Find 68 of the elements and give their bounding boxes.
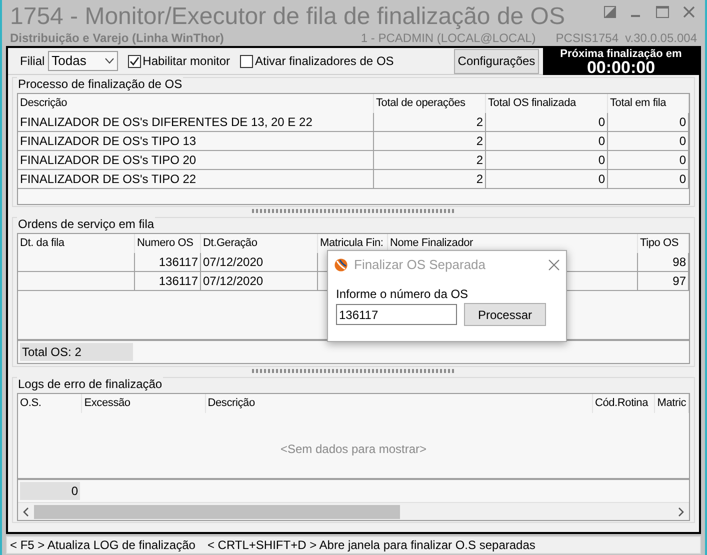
column-header[interactable]: O.S. bbox=[18, 394, 82, 413]
column-header[interactable]: Cód.Rotina bbox=[592, 394, 656, 413]
column-header[interactable]: Total OS finalizada bbox=[486, 94, 608, 113]
timer-value: 00:00:00 bbox=[586, 60, 656, 74]
dialog-title: Finalizar OS Separada bbox=[354, 256, 487, 274]
table-cell: 0 bbox=[486, 151, 608, 169]
count-label: 0 bbox=[20, 482, 80, 500]
table-cell: 2 bbox=[374, 113, 486, 131]
empty-message: <Sem dados para mostrar> bbox=[280, 441, 427, 458]
column-header[interactable]: Excessão bbox=[82, 394, 206, 413]
column-header[interactable]: Dt.Geração bbox=[201, 234, 318, 253]
checkbox-label: Ativar finalizadores de OS bbox=[255, 53, 394, 70]
table-cell: 98 bbox=[638, 253, 689, 271]
window-title: 1754 - Monitor/Executor de fila de finalização de OS bbox=[10, 2, 565, 32]
table-cell: 136117 bbox=[135, 253, 201, 271]
checkbox-label: Habilitar monitor bbox=[142, 53, 230, 70]
app-logo-icon bbox=[334, 258, 348, 272]
version-label: PCSIS1754 v.30.0.05.004 bbox=[556, 32, 697, 44]
table-cell: 0 bbox=[486, 170, 608, 188]
window-subtitle: Distribuição e Varejo (Linha WinThor) bbox=[10, 32, 224, 44]
os-number-field[interactable]: 136117 bbox=[336, 304, 457, 325]
column-header[interactable]: Tipo OS bbox=[638, 234, 689, 253]
table-cell: 97 bbox=[638, 272, 689, 290]
filial-label: Filial bbox=[20, 53, 45, 70]
shortcut-hint: < F5 > Atualiza LOG de finalização bbox=[10, 537, 196, 554]
table-cell: 136117 bbox=[135, 272, 201, 290]
checkbox[interactable] bbox=[128, 54, 141, 68]
table-cell: FINALIZADOR DE OS's DIFERENTES DE 13, 20 E 22 bbox=[18, 113, 374, 131]
settings-button[interactable]: Configurações bbox=[454, 48, 539, 74]
table-cell: 07/12/2020 bbox=[201, 272, 318, 290]
maximize-icon[interactable] bbox=[656, 6, 669, 18]
user-label: 1 - PCADMIN (LOCAL@LOCAL) bbox=[360, 32, 536, 44]
restore-icon[interactable] bbox=[604, 6, 616, 18]
group-title: Logs de erro de finalização bbox=[17, 377, 164, 391]
close-icon[interactable] bbox=[683, 6, 695, 18]
column-header[interactable]: Descrição bbox=[206, 394, 593, 413]
table-cell: FINALIZADOR DE OS's TIPO 22 bbox=[18, 170, 374, 188]
group-title: Ordens de serviço em fila bbox=[17, 217, 156, 231]
table-cell: FINALIZADOR DE OS's TIPO 13 bbox=[18, 132, 374, 150]
filial-dropdown[interactable]: Todas bbox=[48, 51, 118, 71]
column-header[interactable]: Dt. da fila bbox=[18, 234, 135, 253]
table-cell: 0 bbox=[608, 132, 689, 150]
column-header[interactable]: Total em fila bbox=[608, 94, 689, 113]
table-cell: 0 bbox=[486, 132, 608, 150]
timer-label: Próxima finalização em bbox=[560, 48, 682, 60]
splitter-handle[interactable] bbox=[252, 369, 456, 373]
table-cell: 2 bbox=[374, 170, 486, 188]
table-cell: 0 bbox=[608, 151, 689, 169]
close-icon[interactable] bbox=[548, 259, 560, 271]
group-title: Processo de finalização de OS bbox=[17, 77, 184, 91]
table-cell: 0 bbox=[486, 113, 608, 131]
table-cell: 2 bbox=[374, 132, 486, 150]
checkbox[interactable] bbox=[240, 54, 254, 68]
column-header[interactable]: Descrição bbox=[18, 94, 374, 113]
table-cell: 0 bbox=[608, 113, 689, 131]
table-cell: 0 bbox=[608, 170, 689, 188]
table-cell: 07/12/2020 bbox=[201, 253, 318, 271]
chevron-down-icon bbox=[104, 58, 114, 64]
splitter-handle[interactable] bbox=[252, 209, 456, 213]
table-cell: FINALIZADOR DE OS's TIPO 20 bbox=[18, 151, 374, 169]
column-header[interactable]: Total de operações bbox=[374, 94, 486, 113]
column-header[interactable]: Numero OS bbox=[135, 234, 201, 253]
column-header[interactable]: Matric bbox=[655, 394, 689, 413]
field-label: Informe o número da OS bbox=[336, 287, 470, 301]
table-cell: 2 bbox=[374, 151, 486, 169]
process-button[interactable]: Processar bbox=[464, 303, 546, 326]
shortcut-hint: < CRTL+SHIFT+D > Abre janela para finalizar O.S separadas bbox=[207, 537, 536, 554]
total-label: Total OS: 2 bbox=[20, 343, 133, 361]
